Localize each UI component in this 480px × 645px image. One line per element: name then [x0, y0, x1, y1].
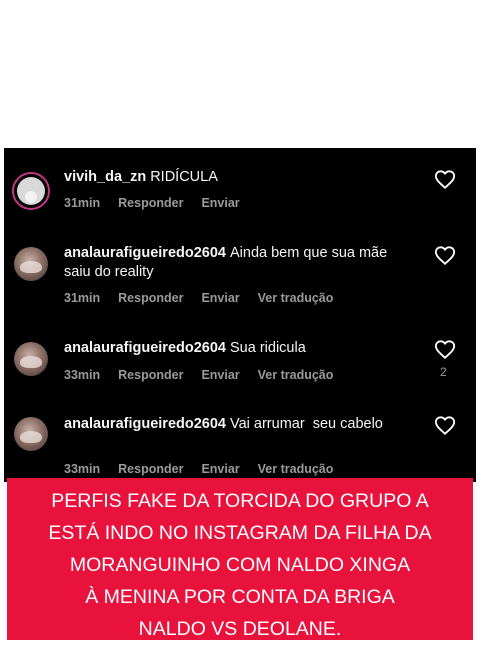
comment-username[interactable]: analaurafigueiredo2604 — [64, 245, 226, 261]
comment-body: analaurafigueiredo2604 Ainda bem que sua … — [64, 244, 414, 282]
send-button[interactable]: Enviar — [201, 196, 239, 210]
reply-button[interactable]: Responder — [118, 196, 183, 210]
comment-text: RIDÍCULA — [150, 169, 218, 185]
see-translation-link[interactable]: Ver tradução — [258, 368, 334, 382]
caption-line: NALDO VS DEOLANE. — [138, 618, 342, 640]
comment-username[interactable]: vivih_da_zn — [64, 169, 146, 185]
comment-body: vivih_da_zn RIDÍCULA — [64, 168, 414, 187]
comment-time: 33min — [64, 462, 101, 476]
caption-line: ESTÁ INDO NO INSTAGRAM DA FILHA DA — [48, 522, 432, 544]
heart-icon[interactable] — [434, 339, 456, 361]
avatar[interactable] — [14, 247, 48, 281]
send-button[interactable]: Enviar — [201, 368, 239, 382]
reply-button[interactable]: Responder — [118, 462, 183, 476]
comment-meta: 33min Responder Enviar Ver tradução — [64, 462, 351, 476]
see-translation-link[interactable]: Ver tradução — [258, 462, 334, 476]
avatar[interactable] — [14, 417, 48, 451]
comment-body: analaurafigueiredo2604 Vai arrumar seu ca… — [64, 415, 414, 434]
send-button[interactable]: Enviar — [201, 291, 239, 305]
heart-icon[interactable] — [434, 415, 456, 437]
comment-text: Sua ridicula — [230, 340, 306, 356]
comment-time: 31min — [64, 291, 101, 305]
comment-meta: 33min Responder Enviar Ver tradução — [64, 368, 351, 382]
caption-line: À MENINA POR CONTA DA BRIGA — [85, 586, 395, 608]
avatar[interactable] — [14, 342, 48, 376]
comments-panel: vivih_da_zn RIDÍCULA 31min Responder Enviar… — [4, 148, 476, 482]
avatar[interactable] — [12, 172, 50, 210]
comment-text: Vai arrumar seu cabelo — [230, 416, 383, 432]
reply-button[interactable]: Responder — [118, 291, 183, 305]
send-button[interactable]: Enviar — [201, 462, 239, 476]
heart-icon[interactable] — [434, 245, 456, 267]
comment-meta: 31min Responder Enviar Ver tradução — [64, 291, 351, 305]
caption-banner: PERFIS FAKE DA TORCIDA DO GRUPO A ESTÁ I… — [7, 478, 473, 640]
reply-button[interactable]: Responder — [118, 368, 183, 382]
see-translation-link[interactable]: Ver tradução — [258, 291, 334, 305]
comment-username[interactable]: analaurafigueiredo2604 — [64, 416, 226, 432]
like-count: 2 — [440, 365, 447, 379]
heart-icon[interactable] — [434, 169, 456, 191]
caption-line: PERFIS FAKE DA TORCIDA DO GRUPO A — [51, 490, 429, 512]
comment-body: analaurafigueiredo2604 Sua ridicula — [64, 339, 414, 358]
comment-time: 33min — [64, 368, 101, 382]
comment-time: 31min — [64, 196, 101, 210]
comment-meta: 31min Responder Enviar — [64, 196, 258, 210]
caption-line: MORANGUINHO COM NALDO XINGA — [69, 554, 411, 576]
comment-username[interactable]: analaurafigueiredo2604 — [64, 340, 226, 356]
